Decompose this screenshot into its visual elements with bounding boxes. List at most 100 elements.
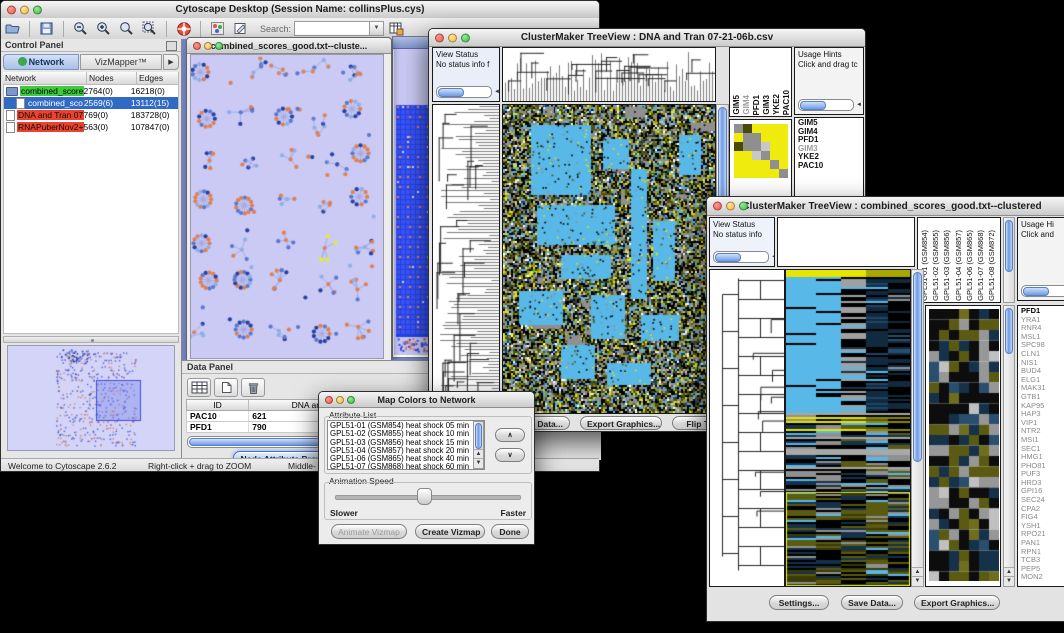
tv2-heatmap-vscrollbar[interactable]: ▲ ▼: [911, 269, 924, 587]
search-dropdown-arrow-icon[interactable]: ▼: [370, 21, 384, 36]
zoom-button[interactable]: [33, 5, 42, 14]
new-page-button[interactable]: [214, 378, 238, 397]
tv1-matrix-cell[interactable]: [752, 169, 761, 178]
tv2-column-dendrogram[interactable]: [777, 217, 915, 267]
tv1-matrix-cell[interactable]: [770, 124, 779, 133]
network-row[interactable]: combined_scores2764(0)16218(0): [4, 85, 178, 97]
table-import-icon[interactable]: [387, 21, 404, 37]
vizmapper-icon[interactable]: [209, 21, 226, 37]
tv2-gene-list[interactable]: PFD1YRA1RNR4MSL1SPC98CLN1NIS1BUD4ELG1MAK…: [1017, 305, 1064, 587]
tv1-matrix-cell[interactable]: [761, 151, 770, 160]
tv1-matrix-cell[interactable]: [770, 169, 779, 178]
attribute-list-scrollbar[interactable]: ▲▼: [473, 421, 484, 469]
tv1-matrix-cell[interactable]: [743, 142, 752, 151]
tv1-matrix-cell[interactable]: [779, 160, 788, 169]
tv1-matrix-cell[interactable]: [761, 142, 770, 151]
tv1-matrix-cell[interactable]: [752, 151, 761, 160]
tv1-matrix-cell[interactable]: [743, 160, 752, 169]
tab-network[interactable]: Network: [3, 54, 79, 70]
tv2-gene-label[interactable]: MON2: [1021, 573, 1064, 582]
minimize-button[interactable]: [726, 202, 735, 211]
scroll-down-icon[interactable]: ▼: [912, 576, 923, 586]
done-button[interactable]: Done: [491, 524, 529, 539]
main-titlebar[interactable]: Cytoscape Desktop (Session Name: collins…: [1, 1, 599, 19]
window-controls[interactable]: [7, 5, 42, 14]
tv1-matrix-cell[interactable]: [743, 151, 752, 160]
attribute-list-item[interactable]: GPL51-07 (GSM868) heat shock 60 min: [330, 463, 472, 470]
tv1-matrix-cell[interactable]: [779, 133, 788, 142]
move-up-button[interactable]: ∧: [495, 428, 525, 442]
network-table[interactable]: combined_scores2764(0)16218(0)combined_s…: [3, 84, 179, 334]
tv1-matrix-cell[interactable]: [779, 169, 788, 178]
open-folder-icon[interactable]: [4, 21, 21, 37]
tv2-status-scrollbar[interactable]: ◄►: [713, 251, 775, 263]
tv1-matrix-cell[interactable]: [752, 133, 761, 142]
annotation-icon[interactable]: [232, 21, 249, 37]
minimize-button[interactable]: [204, 42, 212, 50]
tv1-matrix-cell[interactable]: [734, 142, 743, 151]
network-row[interactable]: RNAPuberNov2+563(0)107847(0): [4, 121, 178, 133]
tv2-button-export-graphics---[interactable]: Export Graphics...: [914, 595, 1000, 610]
close-button[interactable]: [7, 5, 16, 14]
scroll-down-icon[interactable]: ▼: [1004, 576, 1014, 586]
tv1-matrix-cell[interactable]: [779, 142, 788, 151]
panel-splitter[interactable]: [3, 336, 179, 343]
close-button[interactable]: [325, 396, 333, 404]
tv1-button-export-graphics---[interactable]: Export Graphics...: [580, 416, 662, 430]
zoom-in-icon[interactable]: [95, 21, 112, 37]
zoom-button[interactable]: [347, 396, 355, 404]
tv1-matrix-cell[interactable]: [770, 151, 779, 160]
tv1-matrix-cell[interactable]: [734, 124, 743, 133]
column-header-edges[interactable]: Edges: [137, 72, 179, 84]
zoom-button[interactable]: [215, 42, 223, 50]
tv1-status-scrollbar[interactable]: ◄►: [436, 86, 500, 98]
tv2-hints-scrollbar[interactable]: ◄►: [1021, 285, 1064, 297]
tv1-matrix-cell[interactable]: [743, 133, 752, 142]
close-button[interactable]: [193, 42, 201, 50]
tv1-matrix-cell[interactable]: [743, 124, 752, 133]
tab-vizmapper[interactable]: VizMapper™: [80, 54, 162, 70]
save-icon[interactable]: [38, 21, 55, 37]
close-button[interactable]: [713, 202, 722, 211]
create-vizmap-button[interactable]: Create Vizmap: [415, 524, 485, 539]
treeview2-titlebar[interactable]: ClusterMaker TreeView : combined_scores_…: [707, 197, 1064, 216]
search-input[interactable]: [294, 21, 370, 36]
tv1-matrix-cell[interactable]: [779, 124, 788, 133]
trash-button[interactable]: [241, 378, 265, 397]
tv2-row-dendrogram[interactable]: [709, 269, 785, 587]
tv1-matrix-cell[interactable]: [761, 169, 770, 178]
tv1-column-dendrogram[interactable]: [502, 47, 716, 102]
network-row[interactable]: DNA and Tran 07769(0)183728(0): [4, 109, 178, 121]
minimize-button[interactable]: [336, 396, 344, 404]
tv1-matrix-cell[interactable]: [761, 160, 770, 169]
tv1-matrix-cell[interactable]: [752, 124, 761, 133]
tv2-button-settings---[interactable]: Settings...: [769, 595, 829, 610]
tv2-collabel-scrollbar[interactable]: [1003, 217, 1015, 303]
tv2-zoom-vscrollbar[interactable]: ▲ ▼: [1003, 305, 1015, 587]
move-down-button[interactable]: ∨: [495, 448, 525, 462]
minimize-button[interactable]: [20, 5, 29, 14]
zoom-fit-icon[interactable]: [118, 21, 135, 37]
tv1-matrix-cell[interactable]: [752, 160, 761, 169]
tv1-row-dendrogram[interactable]: [432, 104, 500, 414]
tv1-matrix-cell[interactable]: [734, 160, 743, 169]
network-window-1[interactable]: combined_scores_good.txt--cluste...: [186, 37, 392, 361]
tv1-matrix-cell[interactable]: [734, 169, 743, 178]
minimize-button[interactable]: [448, 33, 457, 42]
tv1-matrix-cell[interactable]: [770, 160, 779, 169]
treeview2-window[interactable]: ClusterMaker TreeView : combined_scores_…: [706, 196, 1064, 622]
tab-overflow-arrow-icon[interactable]: ▶: [163, 54, 179, 70]
speed-slider-thumb[interactable]: [417, 488, 432, 505]
table-grid-button[interactable]: [187, 378, 211, 397]
tv1-global-heatmap[interactable]: [502, 104, 716, 414]
help-lifesaver-icon[interactable]: [175, 21, 192, 37]
tv2-global-heatmap[interactable]: [785, 269, 911, 587]
attribute-list[interactable]: GPL51-01 (GSM854) heat shock 05 minGPL51…: [327, 420, 485, 470]
tv1-matrix-cell[interactable]: [743, 169, 752, 178]
tv1-matrix-cell[interactable]: [734, 133, 743, 142]
dp-col-0[interactable]: ID: [187, 400, 249, 410]
tv1-hints-scrollbar[interactable]: ◄►: [798, 99, 864, 111]
map-colors-dialog[interactable]: Map Colors to Network Attribute List GPL…: [318, 391, 535, 545]
birdseye-view[interactable]: [7, 345, 175, 451]
tv1-matrix-cell[interactable]: [734, 151, 743, 160]
